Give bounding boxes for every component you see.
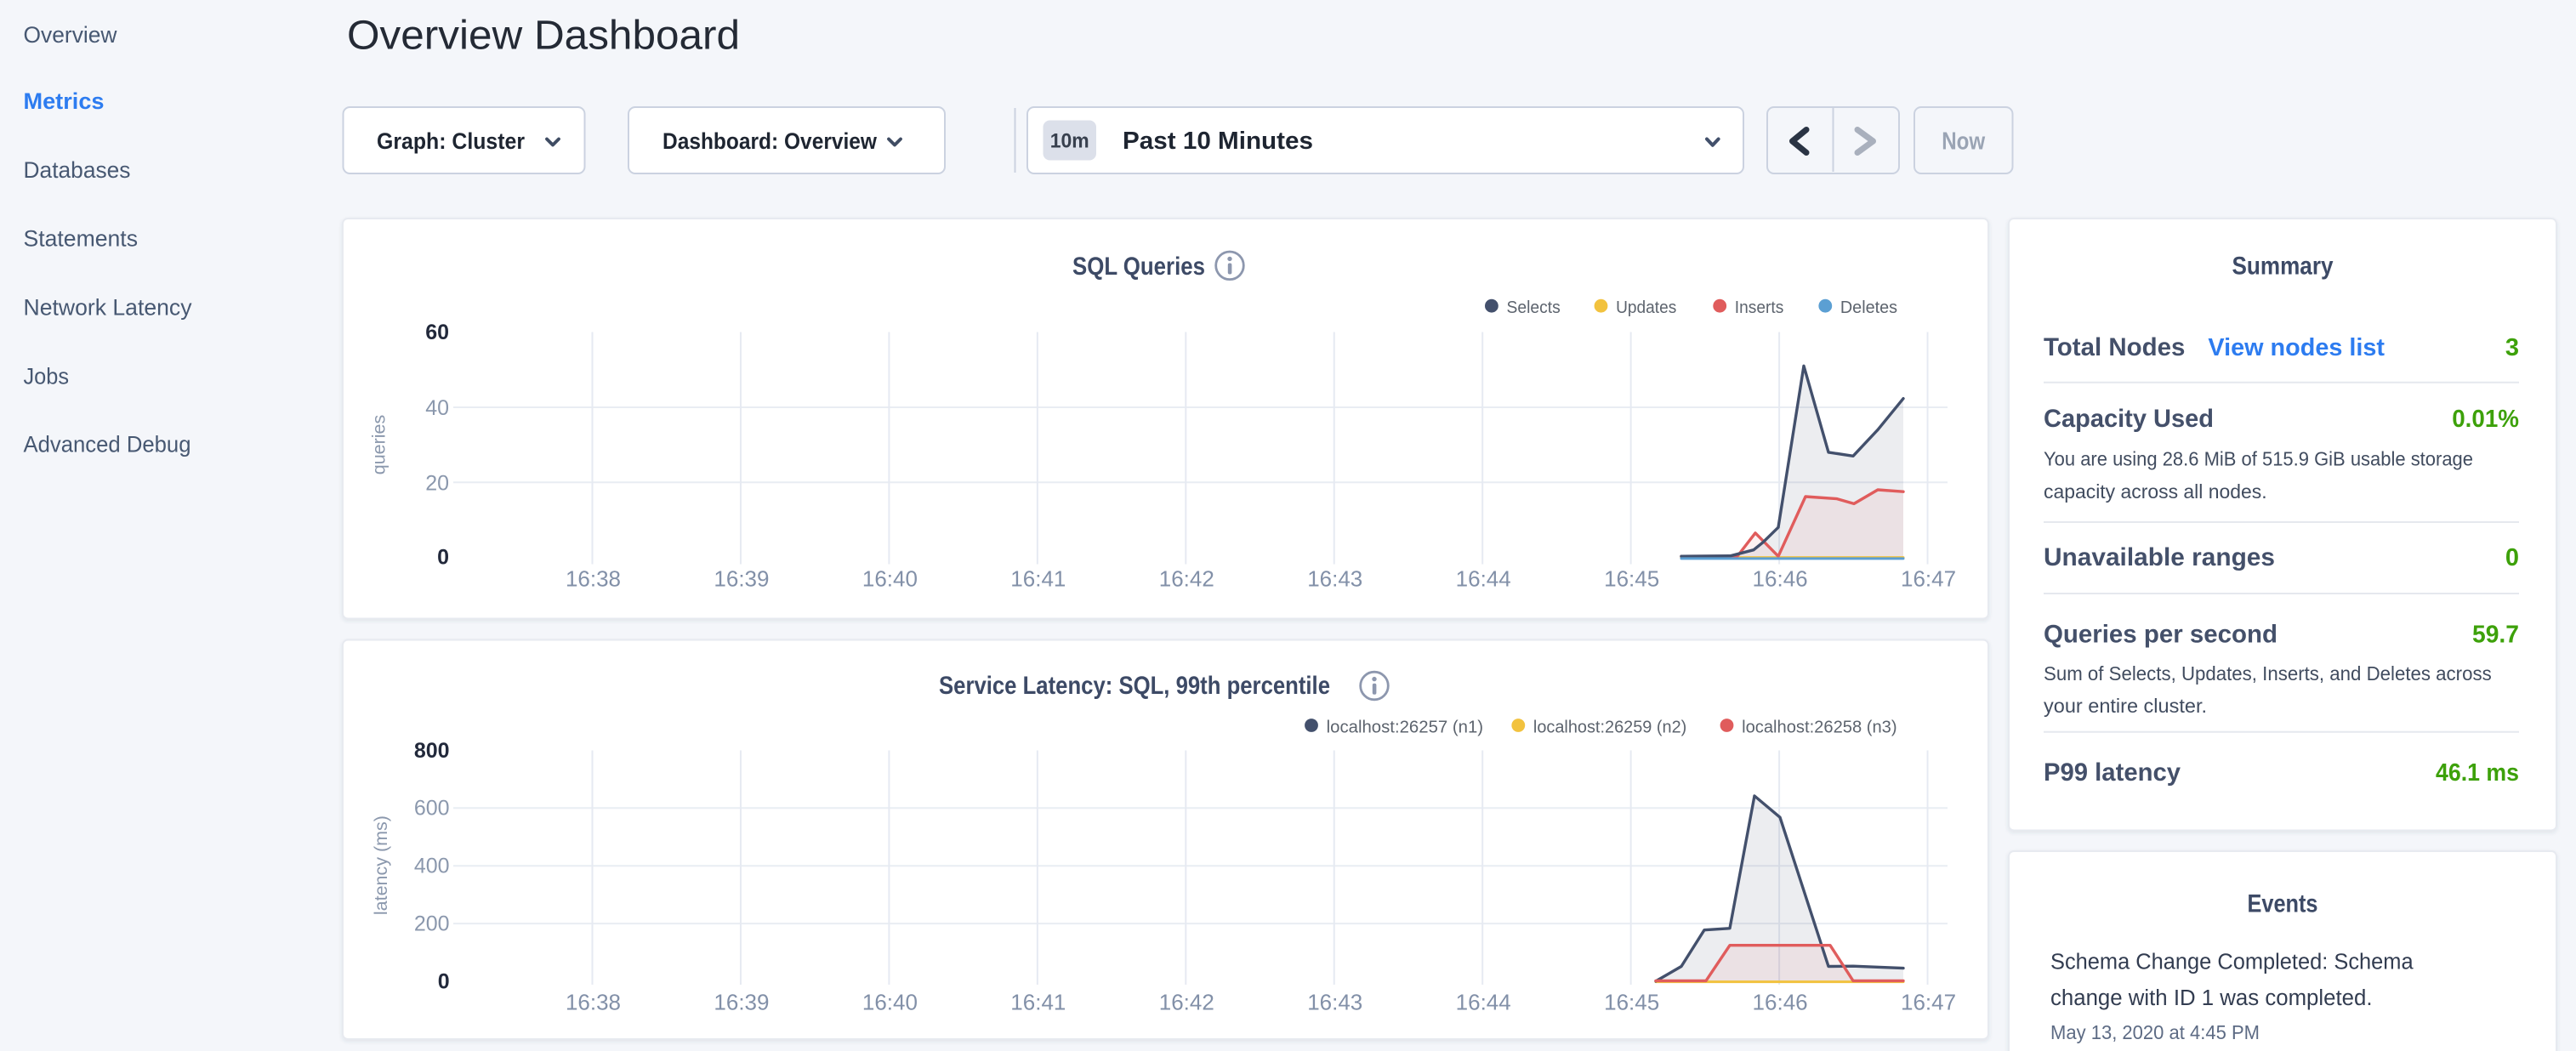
svg-text:3: 3 (2505, 334, 2519, 361)
svg-text:16:43: 16:43 (1307, 990, 1362, 1015)
svg-text:600: 600 (414, 797, 450, 821)
svg-text:Capacity Used: Capacity Used (2044, 405, 2214, 433)
svg-text:16:38: 16:38 (566, 990, 621, 1015)
svg-text:0: 0 (437, 546, 449, 570)
svg-text:400: 400 (414, 855, 450, 878)
svg-text:Databases: Databases (24, 157, 131, 183)
svg-text:16:43: 16:43 (1307, 566, 1362, 592)
svg-text:capacity across all nodes.: capacity across all nodes. (2044, 480, 2267, 503)
svg-text:16:41: 16:41 (1010, 566, 1066, 592)
svg-text:localhost:26257 (n1): localhost:26257 (n1) (1327, 718, 1484, 736)
svg-text:16:47: 16:47 (1901, 566, 1956, 592)
svg-text:Advanced Debug: Advanced Debug (24, 432, 191, 457)
svg-text:16:41: 16:41 (1010, 990, 1066, 1015)
svg-text:16:40: 16:40 (862, 566, 918, 592)
svg-text:0: 0 (2505, 544, 2519, 571)
svg-text:16:47: 16:47 (1901, 990, 1956, 1015)
svg-text:16:40: 16:40 (862, 990, 918, 1015)
svg-text:Service Latency: SQL, 99th per: Service Latency: SQL, 99th percentile (939, 672, 1330, 700)
svg-text:Overview: Overview (24, 22, 118, 48)
svg-text:16:44: 16:44 (1456, 990, 1511, 1015)
svg-text:queries: queries (368, 415, 389, 475)
svg-text:Sum of Selects, Updates, Inser: Sum of Selects, Updates, Inserts, and De… (2044, 662, 2492, 685)
svg-text:16:46: 16:46 (1753, 566, 1808, 592)
svg-text:16:39: 16:39 (714, 566, 769, 592)
svg-text:Network Latency: Network Latency (24, 295, 193, 321)
svg-text:16:44: 16:44 (1456, 566, 1511, 592)
svg-text:60: 60 (425, 321, 449, 344)
svg-text:localhost:26259 (n2): localhost:26259 (n2) (1533, 718, 1686, 736)
svg-text:Total Nodes: Total Nodes (2044, 333, 2185, 361)
svg-text:P99 latency: P99 latency (2044, 758, 2181, 787)
svg-text:You are using 28.6 MiB of 515.: You are using 28.6 MiB of 515.9 GiB usab… (2044, 448, 2473, 470)
svg-text:Jobs: Jobs (24, 364, 70, 389)
svg-text:800: 800 (414, 739, 450, 763)
svg-text:Summary: Summary (2232, 253, 2334, 281)
svg-text:0: 0 (438, 970, 450, 994)
svg-text:Past 10 Minutes: Past 10 Minutes (1123, 128, 1313, 155)
svg-text:Queries per second: Queries per second (2044, 621, 2277, 649)
svg-text:Now: Now (1942, 128, 1985, 156)
svg-text:Inserts: Inserts (1735, 298, 1784, 317)
svg-text:Dashboard: Overview: Dashboard: Overview (662, 128, 878, 154)
svg-text:SQL Queries: SQL Queries (1072, 253, 1205, 281)
svg-text:Statements: Statements (24, 226, 139, 252)
svg-text:Selects: Selects (1507, 298, 1561, 317)
svg-text:Events: Events (2248, 890, 2318, 918)
svg-text:Updates: Updates (1616, 298, 1676, 317)
svg-text:Overview Dashboard: Overview Dashboard (347, 14, 740, 59)
svg-text:change with ID 1 was completed: change with ID 1 was completed. (2050, 986, 2373, 1010)
svg-text:10m: 10m (1050, 130, 1089, 153)
svg-text:16:46: 16:46 (1753, 990, 1808, 1015)
svg-text:16:38: 16:38 (566, 566, 621, 592)
svg-text:16:42: 16:42 (1159, 990, 1214, 1015)
svg-text:your entire cluster.: your entire cluster. (2044, 695, 2207, 717)
svg-text:40: 40 (425, 396, 449, 420)
svg-text:latency (ms): latency (ms) (371, 815, 391, 915)
svg-text:200: 200 (414, 912, 450, 936)
svg-text:16:45: 16:45 (1604, 566, 1659, 592)
svg-text:16:45: 16:45 (1604, 990, 1659, 1015)
svg-text:59.7: 59.7 (2472, 622, 2519, 649)
svg-text:Graph: Cluster: Graph: Cluster (377, 128, 525, 154)
svg-text:Schema Change Completed: Schem: Schema Change Completed: Schema (2050, 951, 2414, 974)
svg-text:16:42: 16:42 (1159, 566, 1214, 592)
svg-text:View nodes list: View nodes list (2208, 334, 2385, 361)
svg-text:16:39: 16:39 (714, 990, 769, 1015)
svg-text:May 13, 2020 at 4:45 PM: May 13, 2020 at 4:45 PM (2050, 1021, 2260, 1043)
svg-text:localhost:26258 (n3): localhost:26258 (n3) (1742, 718, 1897, 736)
svg-text:20: 20 (425, 472, 449, 496)
svg-text:Unavailable ranges: Unavailable ranges (2044, 543, 2275, 571)
svg-text:Metrics: Metrics (24, 88, 105, 114)
svg-text:Deletes: Deletes (1840, 298, 1897, 317)
svg-text:0.01%: 0.01% (2452, 406, 2519, 433)
svg-text:46.1 ms: 46.1 ms (2436, 759, 2519, 787)
